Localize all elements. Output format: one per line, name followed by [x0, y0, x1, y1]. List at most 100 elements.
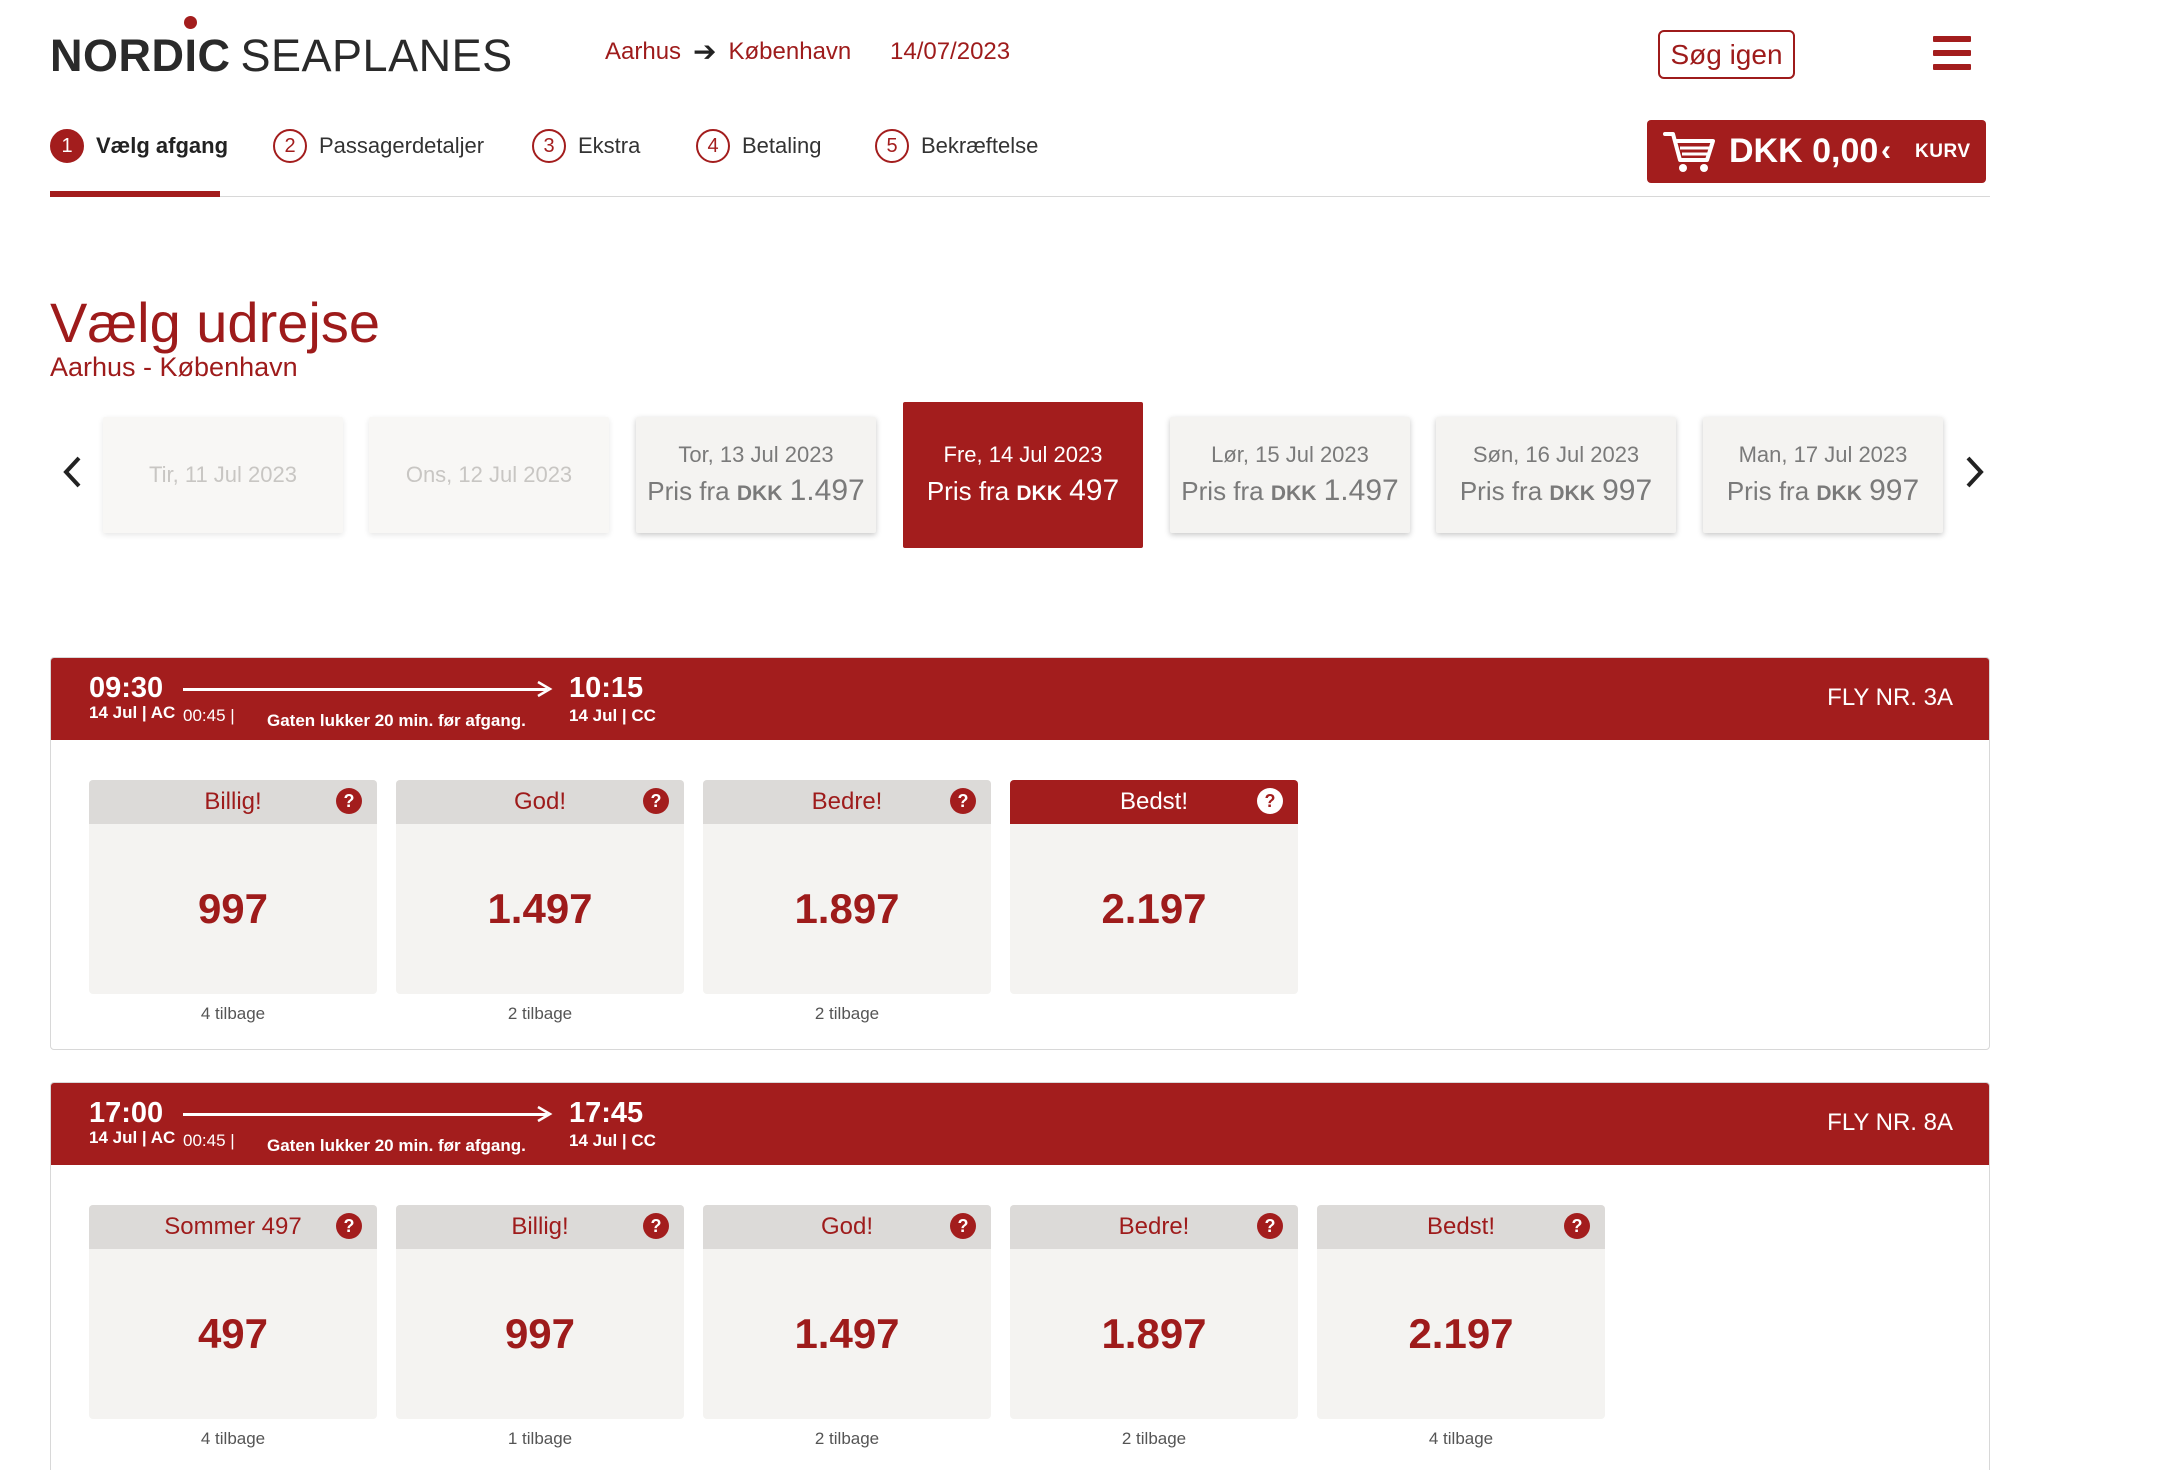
help-icon[interactable]: ?: [336, 788, 362, 814]
date-price: Pris fra DKK 997: [1459, 474, 1653, 507]
fare-price: 1.897: [794, 885, 900, 932]
cart-button[interactable]: DKK 0,00 ‹ KURV: [1647, 120, 1986, 183]
step-passenger-details[interactable]: 2 Passagerdetaljer: [273, 129, 484, 163]
step-label: Vælg afgang: [96, 133, 229, 158]
date-label: Lør, 15 Jul 2023: [1211, 442, 1369, 467]
seats-left: 2 tilbage: [1121, 1429, 1187, 1448]
fare-name: Billig!: [511, 1213, 569, 1240]
hamburger-menu-icon[interactable]: [1933, 36, 1971, 70]
date-label: Tor, 13 Jul 2023: [678, 442, 834, 467]
fare-name-header: Bedre!?: [703, 780, 991, 824]
fare-price: 1.497: [487, 885, 593, 932]
gate-note: Gaten lukker 20 min. før afgang.: [267, 1136, 526, 1155]
search-again-button[interactable]: Søg igen: [1658, 30, 1795, 79]
help-icon[interactable]: ?: [1564, 1213, 1590, 1239]
fare-option[interactable]: Billig!? 997: [396, 1205, 684, 1419]
chevron-right-icon: [1966, 456, 1984, 488]
departure-time: 09:30: [89, 672, 164, 704]
route-summary: Aarhus ➔ København: [605, 38, 851, 66]
fare-option[interactable]: God!? 1.497: [703, 1205, 991, 1419]
fare-name: God!: [820, 1213, 874, 1240]
help-icon[interactable]: ?: [643, 1213, 669, 1239]
seats-left: 1 tilbage: [507, 1429, 573, 1448]
help-icon[interactable]: ?: [1257, 1213, 1283, 1239]
date-price: Pris fra DKK 997: [1726, 474, 1920, 507]
arrow-right-icon: ➔: [693, 36, 717, 67]
flight-number: FLY NR. 8A: [1827, 1109, 1953, 1136]
date-label: Man, 17 Jul 2023: [1738, 442, 1908, 467]
fare-name-header: Billig!?: [89, 780, 377, 824]
fare-price: 497: [197, 1310, 269, 1357]
route-from: Aarhus: [605, 38, 682, 65]
fare-option[interactable]: God!? 1.497: [396, 780, 684, 994]
fare-name-header: Bedst!?: [1010, 780, 1298, 824]
flight-line: [183, 688, 547, 691]
date-option[interactable]: Tor, 13 Jul 2023 Pris fra DKK 1.497: [636, 417, 876, 533]
fare-name: Bedst!: [1426, 1213, 1496, 1240]
travel-date: 14/07/2023: [890, 38, 1011, 65]
step-payment[interactable]: 4 Betaling: [696, 129, 822, 163]
step-choose-departure[interactable]: 1 Vælg afgang: [50, 129, 228, 163]
fare-option[interactable]: Sommer 497? 497: [89, 1205, 377, 1419]
logo[interactable]: NORDIC SEAPLANES: [50, 16, 513, 84]
departure-info: 14 Jul | AC: [89, 703, 176, 722]
fare-option[interactable]: Bedre!? 1.897: [1010, 1205, 1298, 1419]
step-number: 1: [50, 129, 84, 163]
date-option-selected[interactable]: Fre, 14 Jul 2023 Pris fra DKK 497: [903, 402, 1143, 548]
help-icon[interactable]: ?: [1257, 788, 1283, 814]
fare-price: 1.897: [1101, 1310, 1207, 1357]
date-price: Pris fra DKK 1.497: [1181, 474, 1399, 507]
fare-price: 997: [197, 885, 269, 932]
help-icon[interactable]: ?: [643, 788, 669, 814]
departure-time: 17:00: [89, 1097, 164, 1129]
previous-dates-button[interactable]: [52, 450, 92, 494]
fare-price: 997: [504, 1310, 576, 1357]
step-label: Passagerdetaljer: [319, 133, 485, 158]
fare-name-header: Sommer 497?: [89, 1205, 377, 1249]
date-option[interactable]: Man, 17 Jul 2023 Pris fra DKK 997: [1703, 417, 1943, 533]
date-price: Pris fra DKK 497: [926, 474, 1120, 507]
date-label: Fre, 14 Jul 2023: [943, 442, 1103, 467]
arrival-info: 14 Jul | CC: [569, 1131, 656, 1150]
flight-header: 09:30 14 Jul | AC 00:45 | Gaten lukker 2…: [51, 658, 1989, 740]
fare-name: Sommer 497: [164, 1213, 302, 1240]
arrow-right-icon: [537, 1105, 553, 1123]
help-icon[interactable]: ?: [950, 1213, 976, 1239]
step-number: 5: [875, 129, 909, 163]
logo-nordic: NORDIC: [50, 30, 231, 81]
next-dates-button[interactable]: [1955, 450, 1995, 494]
flight-panel: 09:30 14 Jul | AC 00:45 | Gaten lukker 2…: [50, 657, 1990, 1050]
departure-info: 14 Jul | AC: [89, 1128, 176, 1147]
step-extras[interactable]: 3 Ekstra: [532, 129, 640, 163]
flight-duration: 00:45 |: [183, 706, 235, 725]
arrow-right-icon: [537, 680, 553, 698]
fare-name-header: Bedre!?: [1010, 1205, 1298, 1249]
help-icon[interactable]: ?: [336, 1213, 362, 1239]
arrival-time: 10:15: [569, 672, 644, 704]
help-icon[interactable]: ?: [950, 788, 976, 814]
seats-left: 4 tilbage: [200, 1004, 266, 1023]
step-confirmation[interactable]: 5 Bekræftelse: [875, 129, 1038, 163]
date-price: Pris fra DKK 1.497: [647, 474, 865, 507]
fare-option[interactable]: Billig!? 997: [89, 780, 377, 994]
fare-name-header: God!?: [703, 1205, 991, 1249]
chevron-left-icon: ‹: [1881, 134, 1891, 167]
cart-amount: DKK 0,00: [1729, 132, 1879, 170]
gate-note: Gaten lukker 20 min. før afgang.: [267, 711, 526, 730]
fare-name: Bedre!: [1118, 1213, 1190, 1240]
seats-left: 2 tilbage: [507, 1004, 573, 1023]
logo-seaplanes: SEAPLANES: [240, 30, 513, 81]
fare-option-best[interactable]: Bedst!? 2.197: [1010, 780, 1298, 994]
step-label: Ekstra: [578, 133, 641, 158]
fare-option[interactable]: Bedst!? 2.197: [1317, 1205, 1605, 1419]
date-option[interactable]: Lør, 15 Jul 2023 Pris fra DKK 1.497: [1170, 417, 1410, 533]
route-to: København: [728, 38, 852, 65]
fare-option[interactable]: Bedre!? 1.897: [703, 780, 991, 994]
date-label: Ons, 12 Jul 2023: [405, 462, 573, 487]
date-label: Tir, 11 Jul 2023: [149, 462, 297, 487]
fare-price: 1.497: [794, 1310, 900, 1357]
step-number: 2: [273, 129, 307, 163]
date-option[interactable]: Søn, 16 Jul 2023 Pris fra DKK 997: [1436, 417, 1676, 533]
seats-left: 4 tilbage: [1428, 1429, 1494, 1448]
fare-name: Billig!: [204, 788, 262, 815]
